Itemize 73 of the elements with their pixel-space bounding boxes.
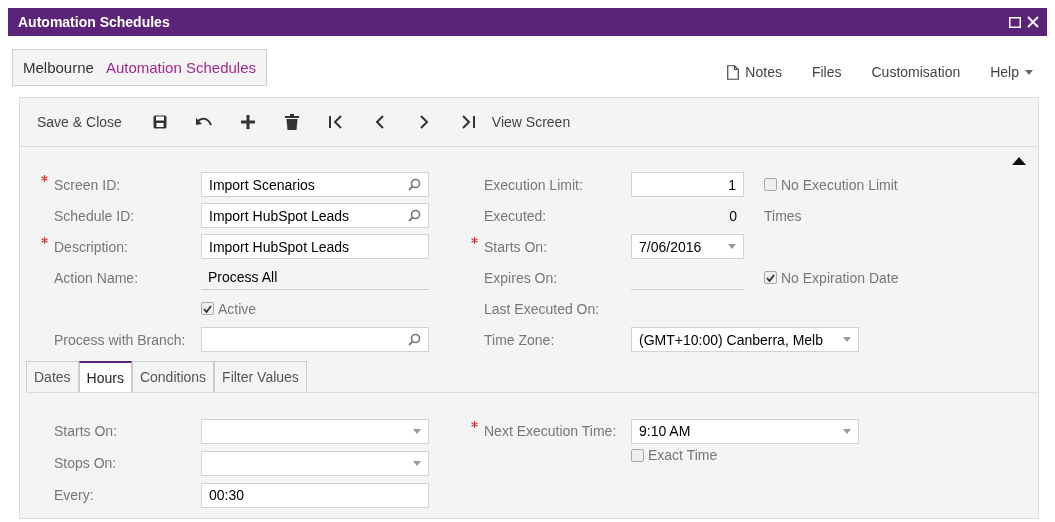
screen-link[interactable]: Automation Schedules — [105, 59, 256, 76]
field-label: Description: — [54, 238, 128, 255]
lookup-field[interactable]: Import HubSpot Leads — [201, 203, 429, 228]
checkbox-label: No Expiration Date — [781, 269, 899, 286]
lookup-field[interactable]: Import Scenarios — [201, 172, 429, 197]
search-icon[interactable] — [408, 209, 421, 222]
toolbar-button[interactable]: Save & Close — [35, 110, 124, 134]
field-label: Executed: — [484, 207, 547, 224]
checkbox[interactable] — [201, 302, 214, 315]
branch-label: Melbourne — [23, 59, 94, 76]
dropdown-arrow-icon[interactable] — [843, 337, 851, 342]
text-field[interactable]: Import HubSpot Leads — [201, 234, 429, 259]
checkbox-label: Active — [218, 300, 257, 317]
header-link[interactable]: Files — [811, 64, 842, 80]
field-label: Last Executed On: — [484, 300, 600, 317]
dropdown-arrow-icon[interactable] — [413, 428, 421, 434]
caret-icon — [1025, 69, 1033, 75]
dropdown-field[interactable]: (GMT+10:00) Canberra, Melb — [631, 327, 859, 352]
dropdown-field[interactable]: 7/06/2016 — [631, 234, 744, 259]
dropdown-field[interactable] — [201, 450, 429, 476]
lookup-field[interactable] — [201, 327, 429, 352]
checkbox-label: No Execution Limit — [781, 176, 898, 193]
checkbox[interactable] — [764, 178, 777, 191]
tab[interactable]: Hours — [78, 361, 132, 392]
tab[interactable]: Filter Values — [214, 361, 307, 392]
last-page-icon[interactable] — [460, 115, 475, 129]
search-icon[interactable] — [408, 333, 421, 346]
field-label: Schedule ID: — [54, 207, 135, 224]
previous-icon[interactable] — [374, 115, 385, 129]
field-label: Expires On: — [484, 269, 558, 286]
value-text: 0 — [728, 207, 738, 224]
first-page-icon[interactable] — [328, 115, 343, 129]
search-icon[interactable] — [408, 178, 421, 191]
checkbox-label: Exact Time — [648, 447, 718, 463]
field-label: Execution Limit: — [484, 176, 583, 193]
header-link[interactable]: Customisation — [871, 64, 961, 80]
close-icon[interactable] — [1027, 16, 1039, 28]
field-label: Screen ID: — [54, 176, 121, 193]
maximize-icon[interactable] — [1009, 16, 1021, 28]
field-label: Starts On: — [484, 238, 548, 255]
save-icon[interactable] — [152, 115, 167, 129]
display-field: Process All — [201, 265, 429, 290]
document-icon — [727, 64, 740, 80]
number-field[interactable]: 1 — [631, 172, 744, 197]
dropdown-field[interactable]: 9:10 AM — [631, 418, 859, 444]
header-link[interactable]: Help — [990, 64, 1033, 80]
tab[interactable]: Dates — [26, 361, 79, 392]
field-label: Every: — [54, 487, 94, 503]
checkbox[interactable] — [764, 271, 777, 284]
add-icon[interactable] — [240, 115, 255, 129]
field-label: Next Execution Time: — [484, 423, 617, 439]
window-title: Automation Schedules — [18, 14, 170, 30]
text-field[interactable]: 00:30 — [201, 482, 429, 508]
dropdown-arrow-icon[interactable] — [413, 460, 421, 466]
dropdown-arrow-icon[interactable] — [843, 428, 851, 434]
toolbar-button[interactable]: View Screen — [489, 110, 573, 134]
header-link[interactable]: Notes — [727, 64, 782, 80]
check-icon — [203, 304, 212, 313]
field-label: Action Name: — [54, 269, 139, 286]
trash-icon[interactable] — [284, 114, 299, 130]
next-icon[interactable] — [418, 115, 429, 129]
dropdown-field[interactable] — [201, 418, 429, 444]
unit-label: Times — [764, 207, 802, 224]
field-label: Time Zone: — [484, 331, 555, 348]
check-icon — [766, 273, 775, 282]
field-label: Stops On: — [54, 455, 117, 471]
tab[interactable]: Conditions — [131, 361, 215, 392]
collapse-icon[interactable] — [1012, 157, 1026, 165]
dropdown-arrow-icon[interactable] — [728, 244, 736, 249]
field-label: Process with Branch: — [54, 331, 186, 348]
undo-icon[interactable] — [195, 116, 212, 128]
field-label: Starts On: — [54, 423, 118, 439]
checkbox[interactable] — [631, 448, 644, 462]
